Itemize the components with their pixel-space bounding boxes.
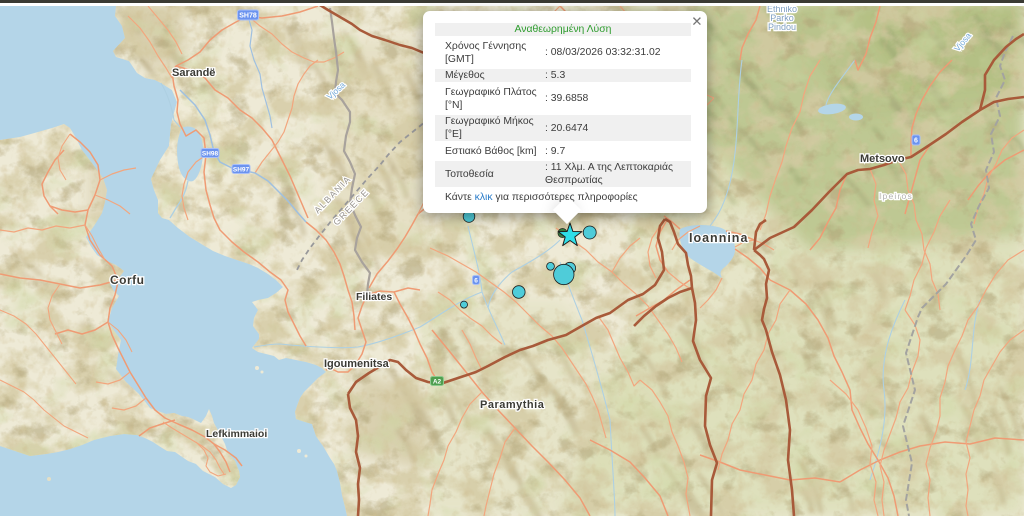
svg-text:SH78: SH78	[239, 13, 257, 20]
svg-text:Corfu: Corfu	[110, 273, 145, 287]
svg-text:Pindou: Pindou	[768, 22, 796, 32]
svg-text:6: 6	[914, 138, 918, 145]
svg-text:Ioannina: Ioannina	[689, 231, 748, 245]
svg-text:SH97: SH97	[233, 166, 250, 173]
svg-text:Lefkimmaioi: Lefkimmaioi	[206, 428, 267, 440]
svg-text:A2: A2	[433, 378, 442, 385]
svg-text:Igoumenitsa: Igoumenitsa	[324, 358, 390, 370]
svg-text:Ipeiros: Ipeiros	[879, 191, 913, 201]
svg-text:Filiates: Filiates	[356, 291, 392, 303]
svg-text:Metsovo: Metsovo	[860, 153, 905, 165]
svg-text:6: 6	[474, 277, 478, 284]
svg-text:SH98: SH98	[202, 150, 219, 157]
svg-text:Sarandë: Sarandë	[172, 67, 215, 79]
svg-text:Paramythia: Paramythia	[480, 399, 545, 411]
